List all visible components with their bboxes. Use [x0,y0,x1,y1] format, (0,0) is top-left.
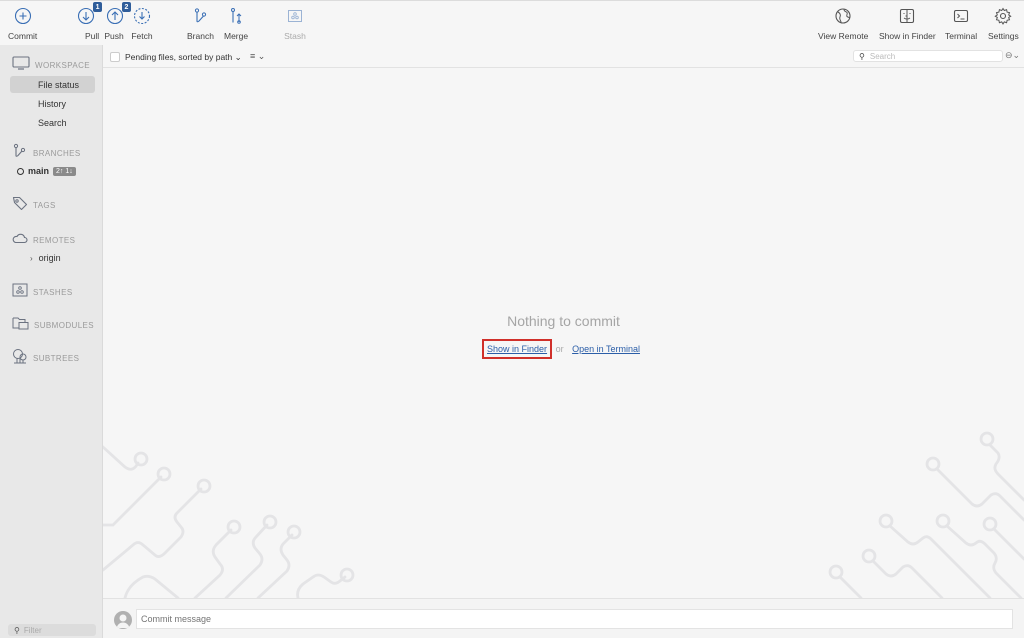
tags-section[interactable]: TAGS [12,196,56,215]
stashes-section[interactable]: STASHES [12,283,73,302]
cloud-icon [12,231,28,249]
list-icon: ≡ [250,51,256,61]
settings-button[interactable]: Settings [988,5,1019,41]
commit-bar [103,598,1024,638]
more-options-dropdown[interactable]: ⊖⌄ [1005,50,1020,61]
ellipsis-circle-icon: ⊖ [1005,50,1013,60]
search-icon: ⚲ [859,51,865,61]
toolbar: Commit 1 Pull 2 Push Fetch Branch Merge … [0,0,1024,45]
stash-icon [284,5,306,27]
branch-item-main[interactable]: main 2↑ 1↓ [17,166,76,176]
file-list-header: Pending files, sorted by path ⌄ ≡ ⌄ ⚲ Se… [103,45,1024,68]
gear-icon [992,5,1014,27]
open-in-terminal-link[interactable]: Open in Terminal [572,344,640,354]
show-in-finder-button[interactable]: Show in Finder [879,5,936,41]
monitor-icon [12,56,30,75]
remotes-section[interactable]: REMOTES [12,231,75,249]
push-icon: 2 [104,2,131,27]
show-in-finder-link[interactable]: Show in Finder [482,339,553,359]
stash-button[interactable]: Stash [284,5,306,41]
subtrees-section[interactable]: SUBTREES [12,348,79,369]
sidebar-filter-input[interactable]: ⚲ Filter [8,624,96,636]
merge-icon [225,5,247,27]
plus-circle-icon [12,5,34,27]
branch-icon [189,5,211,27]
view-remote-button[interactable]: View Remote [818,5,868,41]
fetch-icon [131,5,153,27]
sidebar: WORKSPACE File status History Search BRA… [0,45,103,638]
ahead-behind-badge: 2↑ 1↓ [53,166,76,176]
empty-state-title: Nothing to commit [507,313,620,329]
tree-icon [12,348,28,369]
commit-message-input[interactable] [136,609,1013,629]
submodules-section[interactable]: SUBMODULES [12,316,94,335]
sidebar-item-history[interactable]: History [10,95,95,112]
file-search-input[interactable]: ⚲ Search [853,50,1003,62]
folder-icon [12,316,29,335]
branch-button[interactable]: Branch [187,5,214,41]
chevron-down-icon: ⌄ [257,51,266,61]
tag-icon [12,196,28,215]
globe-icon [832,5,854,27]
chevron-down-icon: ⌄ [234,52,242,62]
chevron-right-icon: › [30,253,33,263]
terminal-icon [950,5,972,27]
branches-section[interactable]: BRANCHES [12,143,81,164]
push-count-badge: 2 [122,2,131,12]
user-avatar [114,611,132,629]
select-all-checkbox[interactable] [110,52,120,62]
pull-count-badge: 1 [93,2,103,12]
pull-button[interactable]: 1 Pull [73,2,103,41]
sidebar-item-file-status[interactable]: File status [10,76,95,93]
current-branch-indicator [17,167,24,175]
sourcetree-window: Commit 1 Pull 2 Push Fetch Branch Merge … [0,0,1024,638]
terminal-button[interactable]: Terminal [945,5,977,41]
view-mode-dropdown[interactable]: ≡ ⌄ [250,51,265,62]
finder-icon [896,5,918,27]
fetch-button[interactable]: Fetch [131,5,153,41]
search-icon: ⚲ [14,625,20,635]
sidebar-item-search[interactable]: Search [10,114,95,131]
remote-item-origin[interactable]: › origin [30,253,61,263]
empty-state-actions: Show in Finder or Open in Terminal [482,339,640,359]
merge-button[interactable]: Merge [224,5,248,41]
chevron-down-icon: ⌄ [1012,50,1021,60]
workspace-section[interactable]: WORKSPACE [12,56,90,75]
file-status-panel: Pending files, sorted by path ⌄ ≡ ⌄ ⚲ Se… [103,45,1024,638]
sort-dropdown[interactable]: Pending files, sorted by path ⌄ [125,52,242,63]
commit-button[interactable]: Commit [8,5,37,41]
branch-icon [12,143,28,164]
pull-icon: 1 [75,2,103,27]
push-button[interactable]: 2 Push [104,2,131,41]
stash-icon [12,283,28,302]
